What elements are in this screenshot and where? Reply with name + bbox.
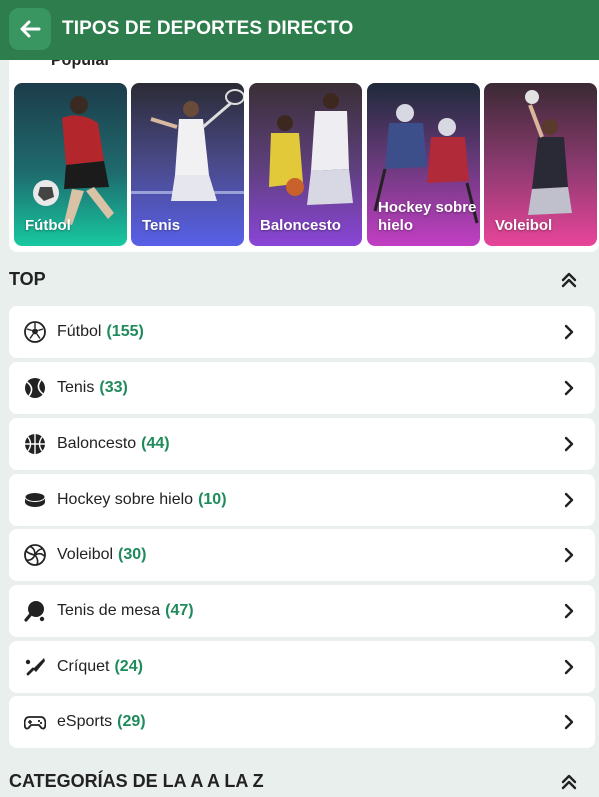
- popular-tile-label: Fútbol: [25, 217, 71, 234]
- popular-tile-voleibol[interactable]: Voleibol: [484, 83, 597, 246]
- sport-name: Críquet: [57, 658, 110, 675]
- gamepad-icon: [24, 716, 46, 730]
- popular-tile-label: Tenis: [142, 217, 181, 234]
- sport-name: Tenis de mesa: [57, 602, 161, 619]
- top-section-header: TOP: [0, 259, 599, 299]
- popular-tile-futbol[interactable]: Fútbol: [14, 83, 127, 246]
- popular-heading: Popular: [51, 60, 111, 69]
- event-count: (30): [118, 546, 147, 563]
- chevron-right-icon: [564, 380, 574, 396]
- sport-name: Hockey sobre hielo: [57, 491, 194, 508]
- sport-row-hockey[interactable]: Hockey sobre hielo (10): [9, 474, 595, 526]
- top-section-title: TOP: [9, 269, 46, 289]
- popular-tile-label: Voleibol: [495, 217, 553, 234]
- volleyball-icon: [24, 544, 46, 566]
- hockey-puck-icon: [24, 492, 46, 507]
- sport-row-voleibol[interactable]: Voleibol (30): [9, 529, 595, 581]
- event-count: (44): [141, 435, 170, 452]
- event-count: (155): [106, 323, 144, 340]
- chevrons-up-icon[interactable]: [559, 772, 579, 792]
- az-section-title: CATEGORÍAS DE LA A A LA Z: [9, 771, 264, 791]
- popular-tile-tenis[interactable]: Tenis: [131, 83, 244, 246]
- sport-row-esports[interactable]: eSports (29): [9, 696, 595, 748]
- cricket-bat-icon: [25, 658, 45, 676]
- chevron-right-icon: [564, 436, 574, 452]
- sport-row-baloncesto[interactable]: Baloncesto (44): [9, 418, 595, 470]
- chevron-right-icon: [564, 659, 574, 675]
- popular-tile-baloncesto[interactable]: Baloncesto: [249, 83, 362, 246]
- chevron-right-icon: [564, 714, 574, 730]
- popular-carousel: Popular Fútbol Tenis Baloncesto Hockey s…: [9, 60, 599, 252]
- sport-row-tenis[interactable]: Tenis (33): [9, 362, 595, 414]
- popular-tile-hockey[interactable]: Hockey sobre hielo: [367, 83, 480, 246]
- chevrons-up-icon[interactable]: [559, 270, 579, 290]
- event-count: (10): [198, 491, 227, 508]
- sport-name: Voleibol: [57, 546, 114, 563]
- sport-row-tenis-de-mesa[interactable]: Tenis de mesa (47): [9, 585, 595, 637]
- sport-row-criquet[interactable]: Críquet (24): [9, 641, 595, 693]
- sport-name: Tenis: [57, 379, 95, 396]
- sport-name: Fútbol: [57, 323, 102, 340]
- chevron-right-icon: [564, 492, 574, 508]
- tennis-ball-icon: [25, 378, 45, 398]
- chevron-right-icon: [564, 547, 574, 563]
- popular-tile-label: Hockey sobre hielo: [378, 199, 477, 234]
- popular-tile-label: Baloncesto: [260, 217, 341, 234]
- sport-name: Baloncesto: [57, 435, 137, 452]
- event-count: (24): [114, 658, 143, 675]
- arrow-left-icon: [20, 20, 41, 38]
- sport-row-futbol[interactable]: Fútbol (155): [9, 306, 595, 358]
- event-count: (29): [117, 713, 146, 730]
- ping-pong-icon: [24, 601, 45, 622]
- event-count: (33): [99, 379, 128, 396]
- az-section-header: CATEGORÍAS DE LA A A LA Z: [0, 761, 599, 797]
- back-button[interactable]: [9, 8, 51, 50]
- sport-name: eSports: [57, 713, 113, 730]
- chevron-right-icon: [564, 324, 574, 340]
- chevron-right-icon: [564, 603, 574, 619]
- basketball-icon: [25, 434, 45, 454]
- soccer-ball-icon: [24, 321, 46, 343]
- event-count: (47): [165, 602, 194, 619]
- page-title: TIPOS DE DEPORTES DIRECTO: [62, 18, 354, 39]
- top-bar: TIPOS DE DEPORTES DIRECTO: [0, 0, 599, 60]
